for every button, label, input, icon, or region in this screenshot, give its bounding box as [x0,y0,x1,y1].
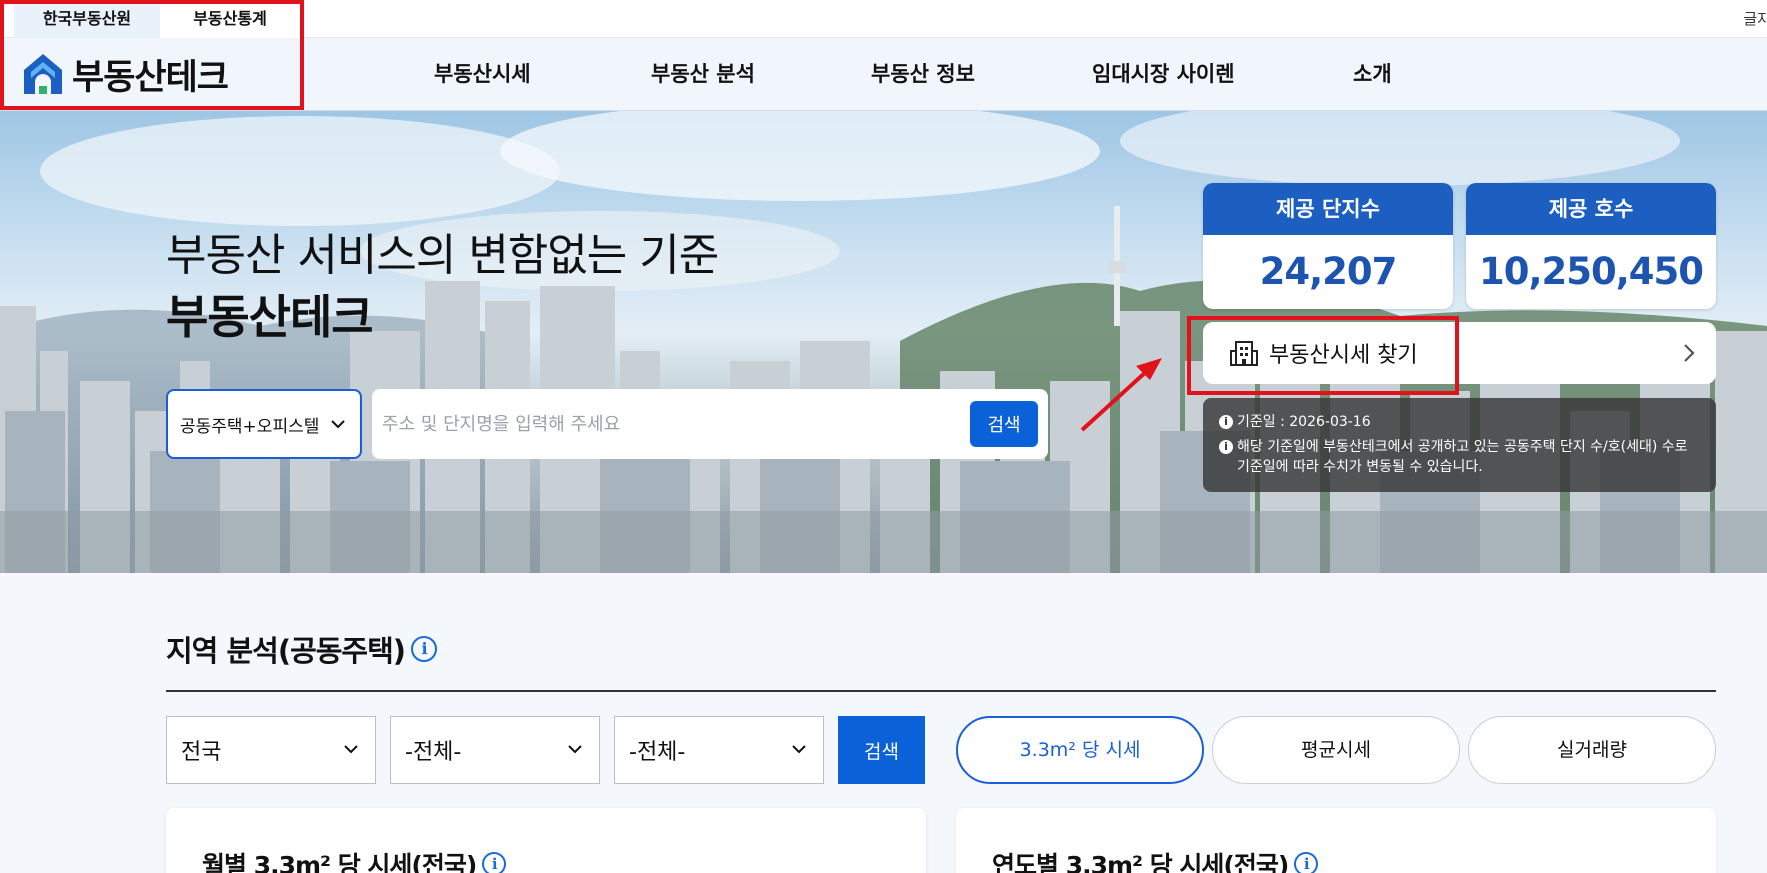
chevron-right-icon [1684,344,1695,362]
region-value: 전국 [181,740,222,765]
tab-price-per-pyeong[interactable]: 3.3m² 당 시세 [956,716,1204,784]
info-icon[interactable]: i [482,852,507,873]
section-divider [166,690,1716,692]
panel-title-text: 월별 3.3m² 당 시세(전국) [202,851,477,873]
font-size-link[interactable]: 글자 [1743,0,1767,38]
stat-label: 제공 단지수 [1203,183,1453,235]
stat-card-units: 제공 호수 10,250,450 [1466,183,1716,309]
logo-text: 부동산테크 [72,57,229,98]
main-search: 공동주택+오피스텔 검색 [166,389,1048,459]
notice-date-row: i 기준일 : 2026-03-16 [1219,412,1702,432]
region-select[interactable]: 전국 [166,716,376,784]
tab-average-price[interactable]: 평균시세 [1212,716,1460,784]
page: 한국부동산원 부동산통계 글자 부동산테크 부동산시세 부동산 분석 부동산 정… [0,0,1767,873]
info-icon[interactable]: i [411,636,438,662]
search-input[interactable] [382,401,942,447]
district-select[interactable]: -전체- [614,716,824,784]
chevron-down-icon [344,745,358,754]
district-value: -전체- [629,740,686,765]
site-header: 부동산테크 부동산시세 부동산 분석 부동산 정보 임대시장 사이렌 소개 [0,38,1767,111]
region-search-button[interactable]: 검색 [838,716,925,784]
search-box: 검색 [372,389,1048,459]
notice-date: 기준일 : 2026-03-16 [1237,414,1371,430]
stat-value: 10,250,450 [1478,250,1704,293]
search-button[interactable]: 검색 [970,401,1038,447]
stat-card-complexes: 제공 단지수 24,207 [1203,183,1453,309]
property-type-value: 공동주택+오피스텔 [180,416,320,437]
chevron-down-icon [792,745,806,754]
site-logo[interactable]: 부동산테크 [22,50,229,98]
chevron-down-icon [331,420,345,429]
chevron-down-icon [568,745,582,754]
tab-reb[interactable]: 한국부동산원 [14,0,160,38]
nav-about[interactable]: 소개 [1353,38,1392,111]
nav-rental-siren[interactable]: 임대시장 사이렌 [1092,38,1235,111]
section-title: 지역 분석(공동주택) i [166,628,438,670]
notice-box: i 기준일 : 2026-03-16 i 해당 기준일에 부동산테크에서 공개하… [1203,398,1716,492]
panel-title: 연도별 3.3m² 당 시세(전국) i [992,846,1319,873]
tab-transaction-volume[interactable]: 실거래량 [1468,716,1716,784]
nav-analysis[interactable]: 부동산 분석 [651,38,755,111]
hero-title: 부동산테크 [166,290,374,344]
annotation-arrow [1080,358,1162,432]
info-icon: i [1219,415,1233,429]
tab-real-estate-stats[interactable]: 부동산통계 [160,0,300,38]
stat-label: 제공 호수 [1466,183,1716,235]
notice-desc-row: i 해당 기준일에 부동산테크에서 공개하고 있는 공동주택 단지 수/호(세대… [1219,437,1702,477]
info-icon: i [1219,440,1233,454]
yearly-price-panel: 연도별 3.3m² 당 시세(전국) i [956,808,1716,873]
nav-info[interactable]: 부동산 정보 [871,38,975,111]
hero-subtitle: 부동산 서비스의 변함없는 기준 [166,230,719,281]
panel-title: 월별 3.3m² 당 시세(전국) i [202,846,507,873]
notice-desc: 해당 기준일에 부동산테크에서 공개하고 있는 공동주택 단지 수/호(세대) … [1237,439,1688,475]
panel-title-text: 연도별 3.3m² 당 시세(전국) [992,851,1289,873]
top-utility-bar: 한국부동산원 부동산통계 글자 [0,0,1767,38]
house-logo-icon [24,54,62,94]
monthly-price-panel: 월별 3.3m² 당 시세(전국) i [166,808,926,873]
hero-banner: 부동산 서비스의 변함없는 기준 부동산테크 공동주택+오피스텔 검색 제공 단… [0,111,1767,573]
info-icon[interactable]: i [1294,852,1319,873]
section-title-text: 지역 분석(공동주택) [166,634,406,668]
city-select[interactable]: -전체- [390,716,600,784]
city-value: -전체- [405,740,462,765]
nav-price[interactable]: 부동산시세 [434,38,531,111]
building-icon [1230,341,1258,366]
property-type-select[interactable]: 공동주택+오피스텔 [166,389,362,459]
stat-value: 24,207 [1259,250,1398,293]
find-price-button[interactable]: 부동산시세 찾기 [1203,322,1716,384]
find-price-label: 부동산시세 찾기 [1269,343,1418,368]
